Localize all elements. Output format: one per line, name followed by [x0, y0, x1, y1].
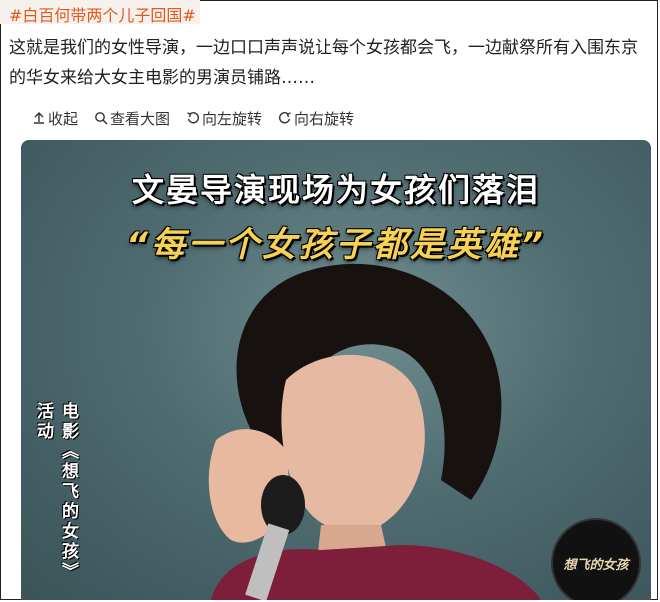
rotate-right-icon: [279, 112, 291, 124]
caption-line-2: “每一个女孩子都是英雄”: [126, 225, 546, 265]
caption-line-1: 文晏导演现场为女孩们落泪: [131, 171, 540, 209]
rotate-right-label: 向右旋转: [294, 109, 355, 128]
image-toolbar: 收起 查看大图 向左旋转 向右旋转: [20, 103, 650, 133]
arrow-up-icon: [34, 112, 44, 124]
post-image[interactable]: 文晏导演现场为女孩们落泪 “每一个女孩子都是英雄” 电影《想飞的女孩》活动 想飞…: [21, 140, 651, 600]
film-logo-text: 想飞的女孩: [563, 557, 629, 573]
rotate-left-button[interactable]: 向左旋转: [186, 108, 262, 129]
view-large-button[interactable]: 查看大图: [94, 108, 170, 129]
collapse-label: 收起: [48, 109, 79, 128]
collapse-button[interactable]: 收起: [32, 108, 78, 129]
image-caption: 文晏导演现场为女孩们落泪 “每一个女孩子都是英雄”: [21, 165, 651, 266]
search-icon: [95, 112, 108, 125]
post-text: 这就是我们的女性导演，一边口口声声说让每个女孩都会飞，一边献祭所有入围东京的华女…: [9, 38, 638, 88]
side-vertical-text: 电影《想飞的女孩》活动: [33, 402, 78, 582]
rotate-left-label: 向左旋转: [202, 109, 263, 128]
rotate-left-icon: [187, 112, 200, 124]
rotate-right-button[interactable]: 向右旋转: [278, 108, 354, 129]
hashtag-link[interactable]: #白百何带两个儿子回国#: [9, 2, 196, 26]
view-large-label: 查看大图: [110, 109, 171, 128]
film-logo: 想飞的女孩: [551, 518, 641, 600]
